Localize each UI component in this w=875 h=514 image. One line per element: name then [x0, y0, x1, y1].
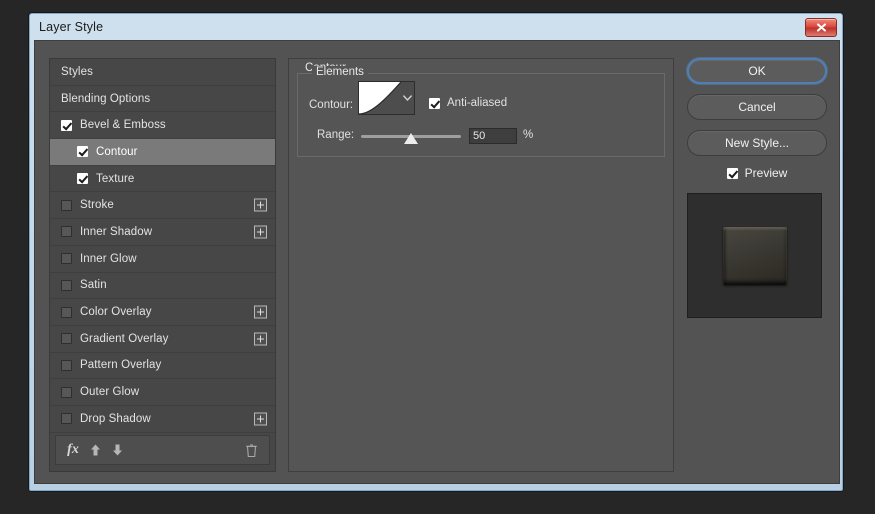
style-checkbox[interactable]: [61, 333, 72, 344]
trash-icon[interactable]: [240, 439, 262, 461]
add-effect-button[interactable]: [254, 306, 267, 319]
sidebar-toolbar: fx: [55, 435, 270, 465]
new-style-button[interactable]: New Style...: [687, 130, 827, 156]
elements-group-title: Elements: [312, 66, 368, 78]
ok-button[interactable]: OK: [687, 58, 827, 84]
sidebar-item-blending-options[interactable]: Blending Options: [50, 86, 275, 113]
arrow-down-icon[interactable]: [106, 439, 128, 461]
sidebar-item-label: Contour: [96, 146, 138, 158]
contour-settings-panel: Contour Elements Contour: Anti-alias: [288, 58, 674, 472]
contour-curve-icon[interactable]: [358, 81, 402, 115]
sidebar-item-label: Inner Glow: [80, 253, 137, 265]
anti-aliased-checkbox[interactable]: Anti-aliased: [429, 97, 507, 109]
sidebar-item-texture[interactable]: Texture: [50, 166, 275, 193]
sidebar-item-styles[interactable]: Styles: [50, 59, 275, 86]
style-checkbox[interactable]: [61, 413, 72, 424]
contour-field-label: Contour:: [309, 99, 353, 111]
range-slider[interactable]: [361, 135, 461, 138]
sidebar-item-color-overlay[interactable]: Color Overlay: [50, 299, 275, 326]
style-checkbox[interactable]: [61, 226, 72, 237]
anti-aliased-label: Anti-aliased: [447, 97, 507, 109]
dialog-title: Layer Style: [39, 20, 103, 34]
sidebar-item-label: Inner Shadow: [80, 226, 152, 238]
style-checkbox[interactable]: [61, 200, 72, 211]
dialog-actions: OK Cancel New Style... Preview: [687, 58, 827, 318]
style-checkbox[interactable]: [61, 387, 72, 398]
layer-style-dialog: Layer Style Styles Blending Options Bevel …: [29, 13, 843, 491]
anti-aliased-checkbox-box[interactable]: [429, 98, 440, 109]
sidebar-item-stroke[interactable]: Stroke: [50, 192, 275, 219]
dialog-body: Styles Blending Options Bevel & Emboss Cont…: [34, 40, 840, 484]
sidebar-item-label: Gradient Overlay: [80, 333, 169, 345]
sidebar-item-satin[interactable]: Satin: [50, 273, 275, 300]
chevron-down-icon[interactable]: [401, 81, 415, 115]
sidebar-item-gradient-overlay[interactable]: Gradient Overlay: [50, 326, 275, 353]
sidebar-item-outer-glow[interactable]: Outer Glow: [50, 379, 275, 406]
style-checkbox[interactable]: [61, 360, 72, 371]
style-checkbox[interactable]: [77, 173, 88, 184]
range-input[interactable]: 50: [469, 128, 517, 144]
sidebar-item-inner-shadow[interactable]: Inner Shadow: [50, 219, 275, 246]
style-checkbox[interactable]: [61, 280, 72, 291]
arrow-up-icon[interactable]: [84, 439, 106, 461]
sidebar-item-label: Stroke: [80, 199, 114, 211]
sidebar-item-inner-glow[interactable]: Inner Glow: [50, 246, 275, 273]
sidebar-item-bevel-emboss[interactable]: Bevel & Emboss: [50, 112, 275, 139]
style-checkbox[interactable]: [61, 120, 72, 131]
style-checkbox[interactable]: [61, 253, 72, 264]
preview-thumbnail: [687, 193, 822, 318]
add-effect-button[interactable]: [254, 225, 267, 238]
close-icon: [816, 23, 827, 32]
add-effect-button[interactable]: [254, 199, 267, 212]
range-field-label: Range:: [317, 129, 354, 141]
close-button[interactable]: [805, 18, 837, 37]
add-effect-button[interactable]: [254, 332, 267, 345]
sidebar-item-pattern-overlay[interactable]: Pattern Overlay: [50, 353, 275, 380]
elements-group: Elements: [297, 73, 665, 157]
sidebar-item-label: Color Overlay: [80, 306, 152, 318]
sidebar-item-drop-shadow[interactable]: Drop Shadow: [50, 406, 275, 433]
sidebar-item-label: Pattern Overlay: [80, 359, 161, 371]
style-checkbox[interactable]: [61, 307, 72, 318]
fx-icon[interactable]: fx: [62, 439, 84, 461]
sidebar-item-label: Blending Options: [61, 93, 150, 105]
preview-checkbox[interactable]: Preview: [687, 166, 827, 180]
preview-shape: [723, 227, 787, 285]
style-list: Styles Blending Options Bevel & Emboss Cont…: [50, 59, 275, 435]
sidebar-item-label: Drop Shadow: [80, 413, 151, 425]
preview-checkbox-box[interactable]: [727, 168, 738, 179]
range-slider-thumb[interactable]: [404, 133, 418, 144]
range-percent-label: %: [523, 129, 533, 141]
add-effect-button[interactable]: [254, 412, 267, 425]
style-checkbox[interactable]: [77, 146, 88, 157]
style-sidebar: Styles Blending Options Bevel & Emboss Cont…: [49, 58, 276, 472]
sidebar-item-label: Outer Glow: [80, 386, 139, 398]
dialog-titlebar[interactable]: Layer Style: [30, 14, 842, 40]
cancel-button[interactable]: Cancel: [687, 94, 827, 120]
sidebar-item-label: Satin: [80, 279, 107, 291]
sidebar-item-label: Texture: [96, 173, 134, 185]
sidebar-item-label: Bevel & Emboss: [80, 119, 166, 131]
preview-label: Preview: [745, 166, 788, 180]
sidebar-item-label: Styles: [61, 66, 93, 78]
sidebar-item-contour[interactable]: Contour: [50, 139, 275, 166]
